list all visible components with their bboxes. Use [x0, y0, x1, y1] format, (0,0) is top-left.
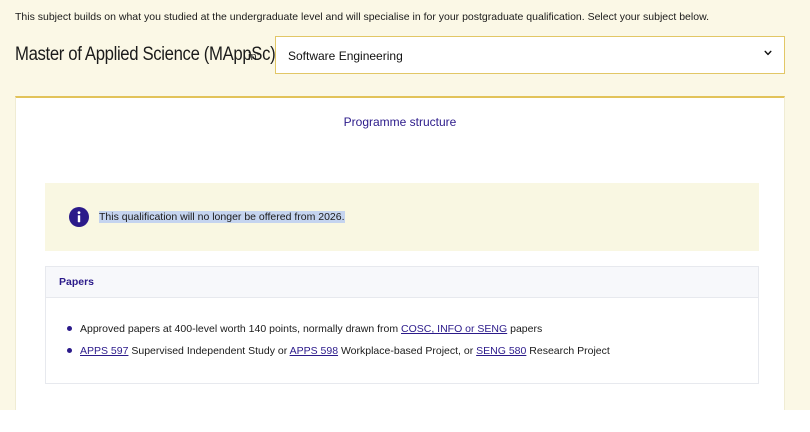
apps-598-link[interactable]: APPS 598: [290, 345, 338, 357]
subject-select[interactable]: Software Engineering: [275, 36, 785, 74]
qualification-title: Master of Applied Science (MAppSc): [15, 44, 276, 65]
tab-programme-structure[interactable]: Programme structure: [16, 115, 784, 129]
paper-item-text: Approved papers at 400-level worth 140 p…: [80, 323, 401, 335]
paper-item-text: Supervised Independent Study or: [128, 345, 290, 357]
apps-597-link[interactable]: APPS 597: [80, 345, 128, 357]
subject-select-value: Software Engineering: [288, 49, 403, 63]
notice-text: This qualification will no longer be off…: [99, 211, 345, 223]
paper-item-text: papers: [507, 323, 543, 335]
in-label: in:: [248, 51, 260, 63]
seng-580-link[interactable]: SENG 580: [476, 345, 526, 357]
papers-header: Papers: [46, 267, 758, 298]
intro-text: This subject builds on what you studied …: [15, 11, 709, 23]
cosc-info-seng-link[interactable]: COSC, INFO or SENG: [401, 323, 507, 335]
papers-heading: Papers: [59, 276, 95, 288]
info-icon: [69, 207, 89, 227]
list-item: Approved papers at 400-level worth 140 p…: [67, 323, 610, 345]
bullet-icon: [67, 326, 72, 331]
papers-list: Approved papers at 400-level worth 140 p…: [67, 323, 610, 367]
papers-section: Papers Approved papers at 400-level wort…: [45, 266, 759, 384]
notice-banner: This qualification will no longer be off…: [45, 183, 759, 251]
list-item: APPS 597 Supervised Independent Study or…: [67, 345, 610, 367]
paper-item-text: Workplace-based Project, or: [338, 345, 477, 357]
chevron-down-icon: [764, 50, 772, 56]
programme-panel: Programme structure This qualification w…: [15, 96, 785, 410]
paper-item-text: Research Project: [526, 345, 610, 357]
qualification-heading-row: Master of Applied Science (MAppSc) in: S…: [15, 36, 787, 76]
bullet-icon: [67, 348, 72, 353]
